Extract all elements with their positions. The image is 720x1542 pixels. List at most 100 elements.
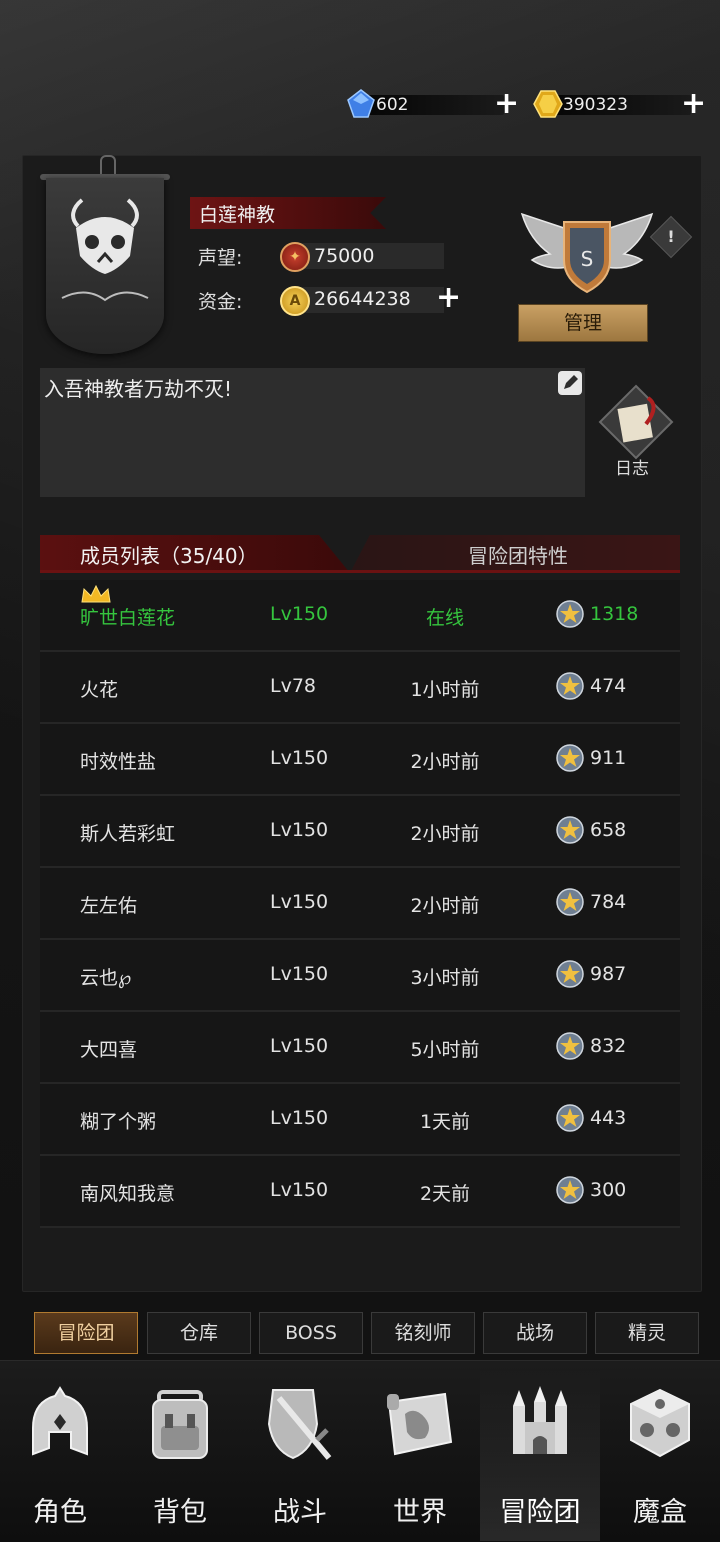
nav-label: 背包 xyxy=(153,1497,207,1528)
submenu-warehouse[interactable]: 仓库 xyxy=(147,1312,251,1354)
member-name: 糊了个粥 xyxy=(80,1111,157,1133)
member-points: 987 xyxy=(590,963,627,985)
nav-magic-box[interactable]: 魔盒 xyxy=(600,1370,720,1541)
submenu-boss[interactable]: BOSS xyxy=(259,1312,363,1354)
log-label: 日志 xyxy=(615,459,649,479)
member-row[interactable]: 时效性盐 Lv150 2小时前 911 xyxy=(40,724,680,796)
nav-guild[interactable]: 冒险团 xyxy=(480,1370,600,1541)
backpack-icon xyxy=(152,1390,208,1459)
member-level: Lv150 xyxy=(270,891,329,913)
member-status: 3小时前 xyxy=(410,967,480,989)
contribution-star-icon xyxy=(556,816,584,844)
manage-button[interactable]: 管理 xyxy=(518,304,648,342)
reputation-label: 声望: xyxy=(198,247,243,269)
member-name: 南风知我意 xyxy=(80,1183,176,1205)
contribution-star-icon xyxy=(556,960,584,988)
nav-label: 魔盒 xyxy=(633,1497,687,1528)
add-gold-button[interactable]: + xyxy=(681,89,706,119)
reputation-value: 75000 xyxy=(314,245,375,267)
member-level: Lv150 xyxy=(270,963,329,985)
member-status: 1小时前 xyxy=(410,679,480,701)
member-points: 658 xyxy=(590,819,627,841)
contribution-star-icon xyxy=(556,888,584,916)
contribution-star-icon xyxy=(556,1176,584,1204)
member-name: 云也℘ xyxy=(80,967,132,989)
member-name: 旷世白莲花 xyxy=(80,607,176,629)
member-row[interactable]: 火花 Lv78 1小时前 474 xyxy=(40,652,680,724)
tab-guild-traits-label: 冒险团特性 xyxy=(468,544,568,568)
member-level: Lv150 xyxy=(270,603,329,625)
skull-emblem-icon xyxy=(61,198,149,302)
member-points: 1318 xyxy=(590,603,639,625)
sword-shield-icon xyxy=(267,1389,332,1460)
gold-value: 390323 xyxy=(563,95,628,115)
member-row[interactable]: 糊了个粥 Lv150 1天前 443 xyxy=(40,1084,680,1156)
member-level: Lv150 xyxy=(270,1107,329,1129)
helmet-icon xyxy=(32,1386,88,1456)
contribution-star-icon xyxy=(556,744,584,772)
diamond-icon xyxy=(347,89,375,118)
nav-world[interactable]: 世界 xyxy=(360,1370,480,1541)
nav-character[interactable]: 角色 xyxy=(0,1370,120,1541)
submenu-battlefield[interactable]: 战场 xyxy=(483,1312,587,1354)
contribution-star-icon xyxy=(556,672,584,700)
member-points: 443 xyxy=(590,1107,627,1129)
member-name: 大四喜 xyxy=(80,1039,138,1061)
member-name: 时效性盐 xyxy=(80,751,157,773)
nav-label: 角色 xyxy=(33,1497,87,1528)
contribution-star-icon xyxy=(556,600,584,628)
member-points: 832 xyxy=(590,1035,627,1057)
member-points: 911 xyxy=(590,747,627,769)
member-row[interactable]: 斯人若彩虹 Lv150 2小时前 658 xyxy=(40,796,680,868)
member-points: 474 xyxy=(590,675,627,697)
gold-gem-icon xyxy=(533,90,563,118)
diamond-value: 602 xyxy=(376,95,409,115)
member-status: 2小时前 xyxy=(410,751,480,773)
reputation-icon: ✦ xyxy=(280,242,310,272)
tab-underline xyxy=(40,570,680,573)
member-status: 5小时前 xyxy=(410,1039,480,1061)
member-list: 旷世白莲花 Lv150 在线 1318 火花 Lv78 1小时前 474 时效性… xyxy=(40,580,680,1228)
member-name: 斯人若彩虹 xyxy=(80,823,176,845)
member-level: Lv150 xyxy=(270,1035,329,1057)
castle-icon xyxy=(513,1386,567,1454)
rank-badge-icon: S xyxy=(520,212,654,294)
tab-member-list-label: 成员列表（35/40） xyxy=(80,544,258,568)
gold-currency: 390323 + xyxy=(533,89,706,119)
member-points: 784 xyxy=(590,891,627,913)
submenu-engraver[interactable]: 铭刻师 xyxy=(371,1312,475,1354)
magic-cube-icon xyxy=(630,1388,690,1458)
gold-coin-icon: A xyxy=(280,286,310,316)
nav-battle[interactable]: 战斗 xyxy=(240,1370,360,1541)
nav-label: 冒险团 xyxy=(499,1497,581,1528)
member-name: 左左佑 xyxy=(80,895,138,917)
submenu-spirit[interactable]: 精灵 xyxy=(595,1312,699,1354)
member-level: Lv150 xyxy=(270,747,329,769)
contribution-star-icon xyxy=(556,1032,584,1060)
funds-label: 资金: xyxy=(198,291,243,313)
guild-banner xyxy=(46,178,164,354)
submenu-guild[interactable]: 冒险团 xyxy=(34,1312,138,1354)
member-row[interactable]: 旷世白莲花 Lv150 在线 1318 xyxy=(40,580,680,652)
member-level: Lv150 xyxy=(270,819,329,841)
diamond-currency: 602 + xyxy=(346,89,519,119)
member-status: 2小时前 xyxy=(410,823,480,845)
member-status: 2天前 xyxy=(419,1183,471,1205)
member-row[interactable]: 大四喜 Lv150 5小时前 832 xyxy=(40,1012,680,1084)
rank-letter: S xyxy=(581,247,594,271)
add-funds-button[interactable]: + xyxy=(436,283,461,313)
member-status: 在线 xyxy=(425,607,464,629)
map-scroll-icon xyxy=(387,1392,453,1456)
member-name: 火花 xyxy=(80,679,119,701)
member-points: 300 xyxy=(590,1179,627,1201)
nav-backpack[interactable]: 背包 xyxy=(120,1370,240,1541)
nav-label: 世界 xyxy=(393,1497,447,1528)
member-status: 2小时前 xyxy=(410,895,480,917)
member-row[interactable]: 云也℘ Lv150 3小时前 987 xyxy=(40,940,680,1012)
add-diamond-button[interactable]: + xyxy=(494,89,519,119)
member-row[interactable]: 南风知我意 Lv150 2天前 300 xyxy=(40,1156,680,1228)
funds-value: 26644238 xyxy=(314,288,411,310)
edit-icon[interactable] xyxy=(557,370,583,396)
member-level: Lv78 xyxy=(270,675,317,697)
member-row[interactable]: 左左佑 Lv150 2小时前 784 xyxy=(40,868,680,940)
